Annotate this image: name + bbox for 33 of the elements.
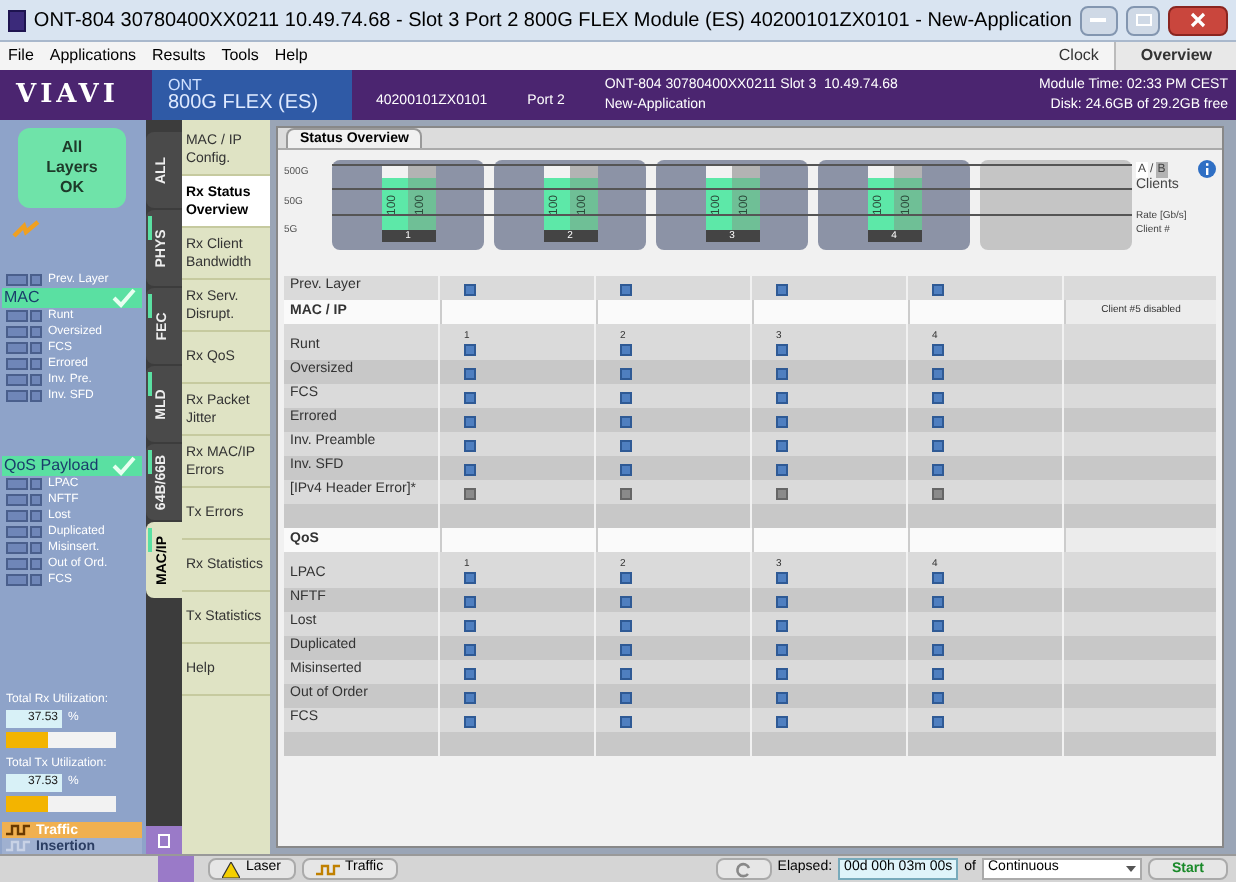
menu-item[interactable]: File xyxy=(0,44,42,68)
menu-item[interactable]: Help xyxy=(266,44,316,68)
info-icon[interactable] xyxy=(1198,160,1216,178)
maximize-button[interactable] xyxy=(1125,5,1161,35)
check-icon xyxy=(111,456,136,476)
layer-group-header[interactable]: MAC xyxy=(2,288,142,308)
menu-item[interactable]: Tools xyxy=(213,44,267,68)
overview-button[interactable]: Overview xyxy=(1114,42,1236,70)
minimize-button[interactable] xyxy=(1079,5,1118,35)
waveform-icon xyxy=(315,863,340,875)
module-name: 800G FLEX (ES) xyxy=(168,93,321,113)
menu-item[interactable]: Applications xyxy=(41,44,145,68)
layer-group-title: MAC xyxy=(4,286,40,310)
layer-group-title: QoS Payload xyxy=(4,454,99,477)
menu-item[interactable]: Results xyxy=(144,44,214,68)
layer-status: All Layers OK xyxy=(18,128,126,208)
app-icon xyxy=(8,9,26,31)
close-button[interactable] xyxy=(1168,5,1228,35)
waveform-icon xyxy=(6,840,30,852)
refresh-icon xyxy=(734,861,753,877)
product-line: ONT xyxy=(168,77,204,93)
window-title: ONT-804 30780400XX0211 10.49.74.68 - Slot 3 Port 2 800G FLEX Module (ES) 40200101ZX0101 - New-Application xyxy=(33,7,1072,35)
copy-icon xyxy=(157,833,170,847)
check-icon xyxy=(111,288,136,308)
refresh-button[interactable] xyxy=(715,858,772,880)
logo: VIAVI xyxy=(13,77,121,114)
close-icon xyxy=(1190,12,1207,28)
warning-icon xyxy=(222,861,240,877)
waveform-icon xyxy=(6,824,30,836)
clock-label: Clock xyxy=(1056,44,1101,68)
lightning-icon xyxy=(12,220,40,240)
caret-icon xyxy=(1126,866,1136,872)
layer-group-header[interactable]: QoS Payload xyxy=(2,456,142,476)
